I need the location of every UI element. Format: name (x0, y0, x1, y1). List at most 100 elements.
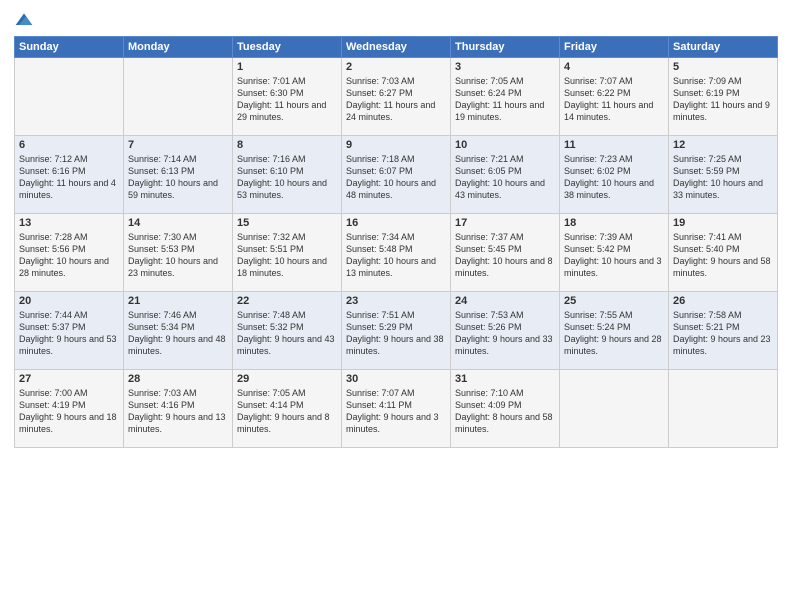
day-number: 31 (455, 373, 555, 385)
cell-content: Sunrise: 7:32 AMSunset: 5:51 PMDaylight:… (237, 232, 327, 278)
day-number: 1 (237, 61, 337, 73)
day-number: 2 (346, 61, 446, 73)
calendar-cell: 2 Sunrise: 7:03 AMSunset: 6:27 PMDaylight… (342, 58, 451, 136)
calendar-cell: 24Sunrise: 7:53 AMSunset: 5:26 PMDayligh… (451, 292, 560, 370)
cell-content: Sunrise: 7:46 AMSunset: 5:34 PMDaylight:… (128, 310, 226, 356)
weekday-header-sunday: Sunday (15, 37, 124, 58)
day-number: 26 (673, 295, 773, 307)
cell-content: Sunrise: 7:30 AMSunset: 5:53 PMDaylight:… (128, 232, 218, 278)
calendar-cell: 23 Sunrise: 7:51 AMSunset: 5:29 PMDayligh… (342, 292, 451, 370)
cell-content: Sunrise: 7:05 AMSunset: 4:14 PMDaylight:… (237, 388, 330, 434)
cell-content: Sunrise: 7:16 AMSunset: 6:10 PMDaylight:… (237, 154, 327, 200)
calendar-cell: 29Sunrise: 7:05 AMSunset: 4:14 PMDayligh… (233, 370, 342, 448)
calendar-cell: 5 Sunrise: 7:09 AMSunset: 6:19 PMDaylight… (669, 58, 778, 136)
day-number: 17 (455, 217, 555, 229)
cell-content: Sunrise: 7:44 AMSunset: 5:37 PMDaylight:… (19, 310, 117, 356)
cell-content: Sunrise: 7:03 AMSunset: 6:27 PMDaylight:… (346, 76, 435, 122)
calendar-cell: 13Sunrise: 7:28 AMSunset: 5:56 PMDayligh… (15, 214, 124, 292)
calendar-cell: 9Sunrise: 7:18 AMSunset: 6:07 PMDaylight… (342, 136, 451, 214)
day-number: 15 (237, 217, 337, 229)
cell-content: Sunrise: 7:58 AMSunset: 5:21 PMDaylight:… (673, 310, 771, 356)
cell-content: Sunrise: 7:14 AMSunset: 6:13 PMDaylight:… (128, 154, 218, 200)
cell-content: Sunrise: 7:01 AMSunset: 6:30 PMDaylight:… (237, 76, 326, 122)
day-number: 25 (564, 295, 664, 307)
calendar-cell: 12 Sunrise: 7:25 AMSunset: 5:59 PMDayligh… (669, 136, 778, 214)
cell-content: Sunrise: 7:28 AMSunset: 5:56 PMDaylight:… (19, 232, 109, 278)
day-number: 7 (128, 139, 228, 151)
weekday-header-friday: Friday (560, 37, 669, 58)
day-number: 27 (19, 373, 119, 385)
cell-content: Sunrise: 7:51 AMSunset: 5:29 PMDaylight:… (346, 310, 444, 356)
calendar-cell: 25 Sunrise: 7:55 AMSunset: 5:24 PMDayligh… (560, 292, 669, 370)
logo (14, 10, 38, 30)
calendar-cell: 7 Sunrise: 7:14 AMSunset: 6:13 PMDaylight… (124, 136, 233, 214)
day-number: 3 (455, 61, 555, 73)
calendar-cell: 19 Sunrise: 7:41 AMSunset: 5:40 PMDayligh… (669, 214, 778, 292)
day-number: 28 (128, 373, 228, 385)
cell-content: Sunrise: 7:25 AMSunset: 5:59 PMDaylight:… (673, 154, 763, 200)
page: SundayMondayTuesdayWednesdayThursdayFrid… (0, 0, 792, 612)
weekday-header-tuesday: Tuesday (233, 37, 342, 58)
day-number: 22 (237, 295, 337, 307)
day-number: 18 (564, 217, 664, 229)
weekday-header-saturday: Saturday (669, 37, 778, 58)
day-number: 8 (237, 139, 337, 151)
cell-content: Sunrise: 7:10 AMSunset: 4:09 PMDaylight:… (455, 388, 553, 434)
day-number: 21 (128, 295, 228, 307)
day-number: 24 (455, 295, 555, 307)
calendar-cell: 11 Sunrise: 7:23 AMSunset: 6:02 PMDayligh… (560, 136, 669, 214)
cell-content: Sunrise: 7:37 AMSunset: 5:45 PMDaylight:… (455, 232, 553, 278)
cell-content: Sunrise: 7:41 AMSunset: 5:40 PMDaylight:… (673, 232, 771, 278)
calendar-week-1: 1 Sunrise: 7:01 AMSunset: 6:30 PMDaylight… (15, 58, 778, 136)
cell-content: Sunrise: 7:00 AMSunset: 4:19 PMDaylight:… (19, 388, 117, 434)
header (14, 10, 778, 30)
cell-content: Sunrise: 7:23 AMSunset: 6:02 PMDaylight:… (564, 154, 654, 200)
calendar-cell (15, 58, 124, 136)
calendar-cell: 21 Sunrise: 7:46 AMSunset: 5:34 PMDayligh… (124, 292, 233, 370)
day-number: 4 (564, 61, 664, 73)
cell-content: Sunrise: 7:34 AMSunset: 5:48 PMDaylight:… (346, 232, 436, 278)
calendar-cell (124, 58, 233, 136)
calendar-week-3: 13Sunrise: 7:28 AMSunset: 5:56 PMDayligh… (15, 214, 778, 292)
cell-content: Sunrise: 7:39 AMSunset: 5:42 PMDaylight:… (564, 232, 662, 278)
cell-content: Sunrise: 7:03 AMSunset: 4:16 PMDaylight:… (128, 388, 226, 434)
day-number: 16 (346, 217, 446, 229)
calendar-cell: 15 Sunrise: 7:32 AMSunset: 5:51 PMDayligh… (233, 214, 342, 292)
calendar-week-4: 20 Sunrise: 7:44 AMSunset: 5:37 PMDayligh… (15, 292, 778, 370)
day-number: 9 (346, 139, 446, 151)
weekday-header-thursday: Thursday (451, 37, 560, 58)
calendar-cell (669, 370, 778, 448)
day-number: 20 (19, 295, 119, 307)
day-number: 5 (673, 61, 773, 73)
cell-content: Sunrise: 7:21 AMSunset: 6:05 PMDaylight:… (455, 154, 545, 200)
day-number: 23 (346, 295, 446, 307)
cell-content: Sunrise: 7:09 AMSunset: 6:19 PMDaylight:… (673, 76, 770, 122)
calendar-cell: 1 Sunrise: 7:01 AMSunset: 6:30 PMDaylight… (233, 58, 342, 136)
calendar-cell: 3 Sunrise: 7:05 AMSunset: 6:24 PMDaylight… (451, 58, 560, 136)
logo-icon (14, 10, 34, 30)
calendar-cell: 14 Sunrise: 7:30 AMSunset: 5:53 PMDayligh… (124, 214, 233, 292)
day-number: 12 (673, 139, 773, 151)
day-number: 10 (455, 139, 555, 151)
weekday-header-row: SundayMondayTuesdayWednesdayThursdayFrid… (15, 37, 778, 58)
calendar-cell: 6Sunrise: 7:12 AMSunset: 6:16 PMDaylight… (15, 136, 124, 214)
calendar-cell: 20 Sunrise: 7:44 AMSunset: 5:37 PMDayligh… (15, 292, 124, 370)
calendar-cell: 16 Sunrise: 7:34 AMSunset: 5:48 PMDayligh… (342, 214, 451, 292)
calendar-cell: 28 Sunrise: 7:03 AMSunset: 4:16 PMDayligh… (124, 370, 233, 448)
calendar-week-5: 27 Sunrise: 7:00 AMSunset: 4:19 PMDayligh… (15, 370, 778, 448)
calendar-cell: 10 Sunrise: 7:21 AMSunset: 6:05 PMDayligh… (451, 136, 560, 214)
day-number: 11 (564, 139, 664, 151)
calendar-cell: 8 Sunrise: 7:16 AMSunset: 6:10 PMDaylight… (233, 136, 342, 214)
weekday-header-wednesday: Wednesday (342, 37, 451, 58)
day-number: 19 (673, 217, 773, 229)
cell-content: Sunrise: 7:55 AMSunset: 5:24 PMDaylight:… (564, 310, 662, 356)
calendar-cell: 18 Sunrise: 7:39 AMSunset: 5:42 PMDayligh… (560, 214, 669, 292)
calendar-cell: 31 Sunrise: 7:10 AMSunset: 4:09 PMDayligh… (451, 370, 560, 448)
calendar-cell: 26 Sunrise: 7:58 AMSunset: 5:21 PMDayligh… (669, 292, 778, 370)
day-number: 30 (346, 373, 446, 385)
day-number: 14 (128, 217, 228, 229)
calendar-cell: 27 Sunrise: 7:00 AMSunset: 4:19 PMDayligh… (15, 370, 124, 448)
cell-content: Sunrise: 7:07 AMSunset: 6:22 PMDaylight:… (564, 76, 653, 122)
cell-content: Sunrise: 7:05 AMSunset: 6:24 PMDaylight:… (455, 76, 544, 122)
cell-content: Sunrise: 7:12 AMSunset: 6:16 PMDaylight:… (19, 154, 116, 200)
